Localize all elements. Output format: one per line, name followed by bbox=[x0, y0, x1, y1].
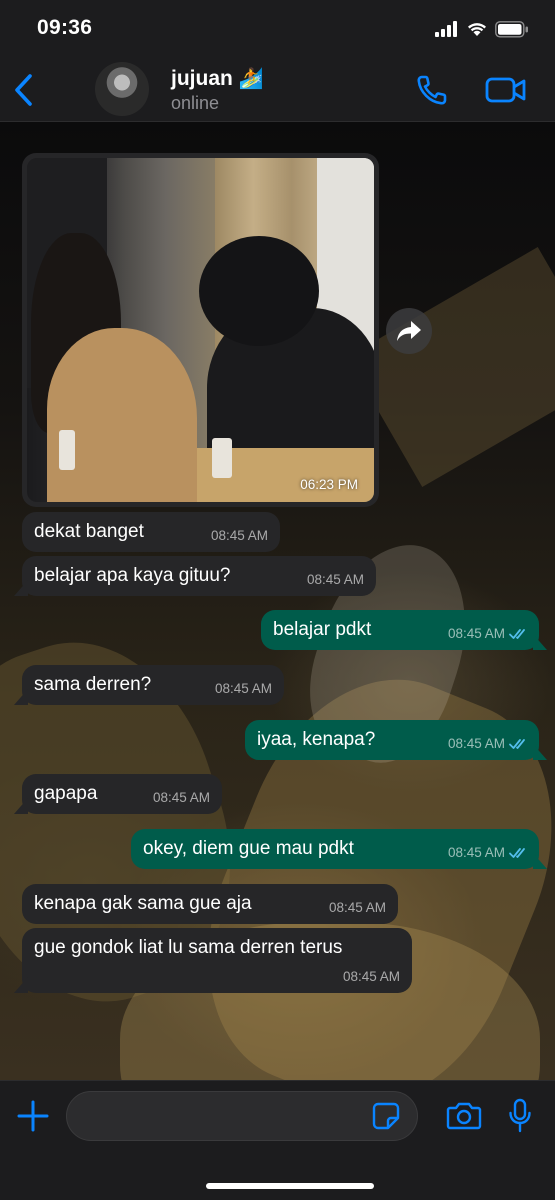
message-bubble-incoming[interactable]: sama derren? 08:45 AM bbox=[14, 665, 284, 705]
home-indicator[interactable] bbox=[206, 1183, 374, 1189]
message-text: sama derren? bbox=[34, 674, 152, 695]
surfer-emoji: 🏄 bbox=[238, 68, 264, 90]
message-time: 08:45 AM bbox=[214, 681, 272, 696]
sticker-icon[interactable] bbox=[372, 1102, 400, 1130]
message-time: 08:45 AM bbox=[447, 736, 505, 751]
message-bubble-incoming[interactable]: gapapa 08:45 AM bbox=[14, 774, 222, 814]
message-time: 08:45 AM bbox=[306, 572, 364, 587]
message-bubble-outgoing[interactable]: okey, diem gue mau pdkt 08:45 AM bbox=[131, 829, 547, 869]
message-bubble-incoming[interactable]: kenapa gak sama gue aja 08:45 AM bbox=[22, 884, 398, 924]
message-text: belajar pdkt bbox=[273, 619, 372, 640]
message-text: kenapa gak sama gue aja bbox=[34, 893, 252, 914]
message-input[interactable] bbox=[66, 1091, 418, 1141]
message-time: 08:45 AM bbox=[342, 969, 400, 984]
read-receipt-icon bbox=[509, 629, 525, 639]
plus-icon[interactable] bbox=[16, 1099, 50, 1133]
message-bubble-outgoing[interactable]: iyaa, kenapa? 08:45 AM bbox=[245, 720, 547, 760]
signal-icon bbox=[435, 21, 457, 37]
message-bubble-incoming[interactable]: belajar apa kaya gituu? 08:45 AM bbox=[14, 556, 376, 596]
photo-timestamp: 06:23 PM bbox=[300, 477, 358, 492]
contact-avatar[interactable] bbox=[95, 62, 149, 116]
message-text: gue gondok liat lu sama derren terus bbox=[34, 937, 343, 958]
forward-button[interactable] bbox=[386, 308, 432, 354]
message-time: 08:45 AM bbox=[447, 626, 505, 641]
message-bubble-outgoing[interactable]: belajar pdkt 08:45 AM bbox=[261, 610, 547, 650]
message-text: gapapa bbox=[34, 783, 98, 804]
message-time: 08:45 AM bbox=[210, 528, 268, 543]
message-text: okey, diem gue mau pdkt bbox=[143, 838, 354, 859]
status-time: 09:36 bbox=[37, 16, 93, 39]
chat-header: jujuan 🏄 online bbox=[0, 58, 555, 122]
contact-status: online bbox=[171, 93, 220, 113]
status-bar: 09:36 bbox=[0, 0, 555, 58]
photo-shape bbox=[59, 430, 75, 470]
photo-shape bbox=[212, 438, 232, 478]
message-time: 08:45 AM bbox=[447, 845, 505, 860]
forward-arrow-icon bbox=[397, 321, 421, 341]
message-bubble-incoming[interactable]: gue gondok liat lu sama derren terus 08:… bbox=[14, 928, 412, 993]
shared-photo[interactable]: 06:23 PM bbox=[27, 158, 374, 502]
photo-message[interactable]: 06:23 PM bbox=[22, 153, 379, 507]
video-camera-icon[interactable] bbox=[485, 74, 527, 106]
contact-name-text: jujuan bbox=[171, 66, 233, 90]
battery-icon bbox=[495, 20, 528, 38]
status-icons bbox=[435, 19, 529, 39]
message-bubble-incoming[interactable]: dekat banget 08:45 AM bbox=[22, 512, 280, 552]
photo-shape bbox=[47, 328, 197, 502]
phone-icon[interactable] bbox=[414, 72, 450, 108]
message-text: belajar apa kaya gituu? bbox=[34, 565, 231, 586]
contact-name[interactable]: jujuan 🏄 bbox=[171, 66, 264, 91]
message-time: 08:45 AM bbox=[328, 900, 386, 915]
message-time: 08:45 AM bbox=[152, 790, 210, 805]
message-input-bar bbox=[0, 1080, 555, 1200]
read-receipt-icon bbox=[509, 848, 525, 858]
wifi-icon bbox=[468, 23, 486, 36]
photo-shape bbox=[199, 236, 319, 346]
camera-icon[interactable] bbox=[446, 1101, 482, 1131]
back-chevron-icon[interactable] bbox=[8, 70, 42, 110]
read-receipt-icon bbox=[509, 739, 525, 749]
message-text: iyaa, kenapa? bbox=[257, 729, 376, 750]
message-text: dekat banget bbox=[34, 521, 144, 542]
microphone-icon[interactable] bbox=[508, 1098, 532, 1134]
